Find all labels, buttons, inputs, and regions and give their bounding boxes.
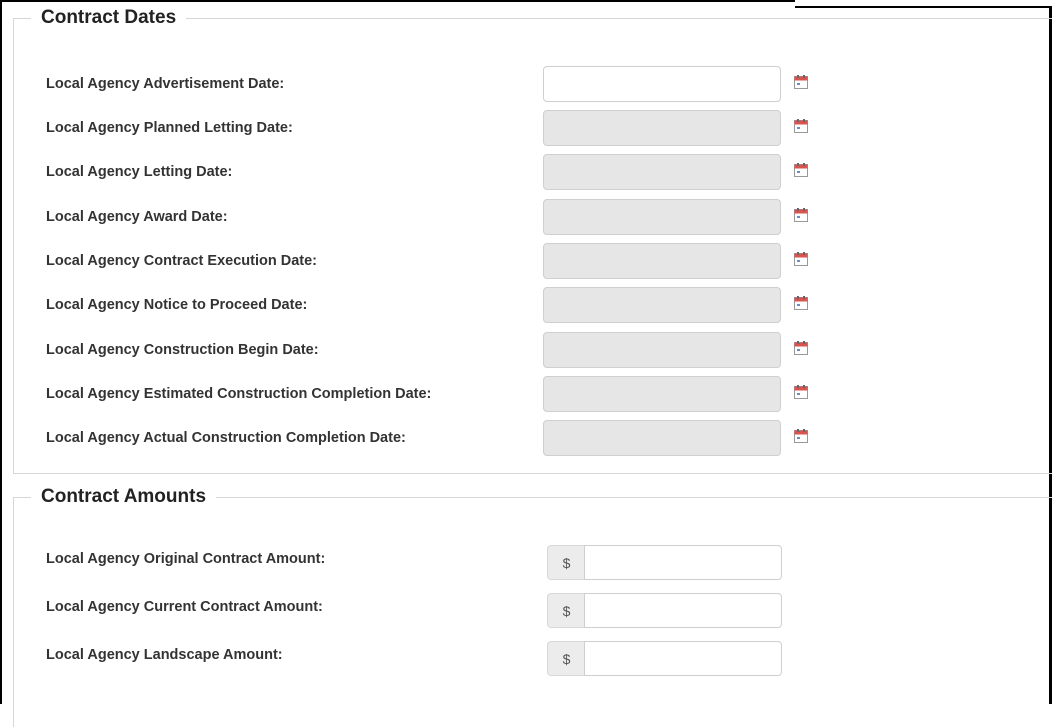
window-frame-left [0,0,2,704]
actual-completion-date-label: Local Agency Actual Construction Complet… [46,430,406,446]
award-date-label: Local Agency Award Date: [46,209,228,225]
current-contract-amount-input[interactable] [584,593,782,628]
original-contract-amount-row: Local Agency Original Contract Amount: $ [14,545,1044,583]
currency-addon: $ [547,593,585,628]
calendar-icon[interactable] [794,385,808,399]
current-contract-amount-row: Local Agency Current Contract Amount: $ [14,593,1044,631]
notice-to-proceed-date-row: Local Agency Notice to Proceed Date: [14,287,1044,325]
calendar-icon[interactable] [794,208,808,222]
notice-to-proceed-date-label: Local Agency Notice to Proceed Date: [46,297,308,313]
contract-dates-section: Contract Dates Local Agency Advertisemen… [13,7,1052,474]
current-contract-amount-label: Local Agency Current Contract Amount: [46,599,323,615]
award-date-input[interactable] [543,199,781,235]
advertisement-date-row: Local Agency Advertisement Date: [14,66,1044,104]
notice-to-proceed-date-input[interactable] [543,287,781,323]
letting-date-row: Local Agency Letting Date: [14,154,1044,192]
landscape-amount-label: Local Agency Landscape Amount: [46,647,283,663]
landscape-amount-input[interactable] [584,641,782,676]
contract-execution-date-label: Local Agency Contract Execution Date: [46,253,317,269]
construction-begin-date-row: Local Agency Construction Begin Date: [14,332,1044,370]
advertisement-date-input[interactable] [543,66,781,102]
contract-execution-date-input[interactable] [543,243,781,279]
estimated-completion-date-input[interactable] [543,376,781,412]
planned-letting-date-row: Local Agency Planned Letting Date: [14,110,1044,148]
window-frame-top-right [795,6,1052,8]
calendar-icon[interactable] [794,429,808,443]
currency-addon: $ [547,545,585,580]
calendar-icon[interactable] [794,119,808,133]
contract-dates-legend: Contract Dates [31,7,187,29]
award-date-row: Local Agency Award Date: [14,199,1044,237]
original-contract-amount-input[interactable] [584,545,782,580]
calendar-icon[interactable] [794,341,808,355]
actual-completion-date-row: Local Agency Actual Construction Complet… [14,420,1044,458]
contract-amounts-section: Contract Amounts Local Agency Original C… [13,486,1052,727]
advertisement-date-label: Local Agency Advertisement Date: [46,76,285,92]
construction-begin-date-label: Local Agency Construction Begin Date: [46,342,319,358]
calendar-icon[interactable] [794,75,808,89]
letting-date-label: Local Agency Letting Date: [46,164,233,180]
contract-execution-date-row: Local Agency Contract Execution Date: [14,243,1044,281]
planned-letting-date-label: Local Agency Planned Letting Date: [46,120,293,136]
calendar-icon[interactable] [794,163,808,177]
original-contract-amount-label: Local Agency Original Contract Amount: [46,551,326,567]
calendar-icon[interactable] [794,296,808,310]
window-frame-top [0,0,795,2]
estimated-completion-date-label: Local Agency Estimated Construction Comp… [46,386,432,402]
construction-begin-date-input[interactable] [543,332,781,368]
estimated-completion-date-row: Local Agency Estimated Construction Comp… [14,376,1044,414]
actual-completion-date-input[interactable] [543,420,781,456]
contract-amounts-legend: Contract Amounts [31,486,217,508]
currency-addon: $ [547,641,585,676]
calendar-icon[interactable] [794,252,808,266]
planned-letting-date-input[interactable] [543,110,781,146]
letting-date-input[interactable] [543,154,781,190]
landscape-amount-row: Local Agency Landscape Amount: $ [14,641,1044,679]
